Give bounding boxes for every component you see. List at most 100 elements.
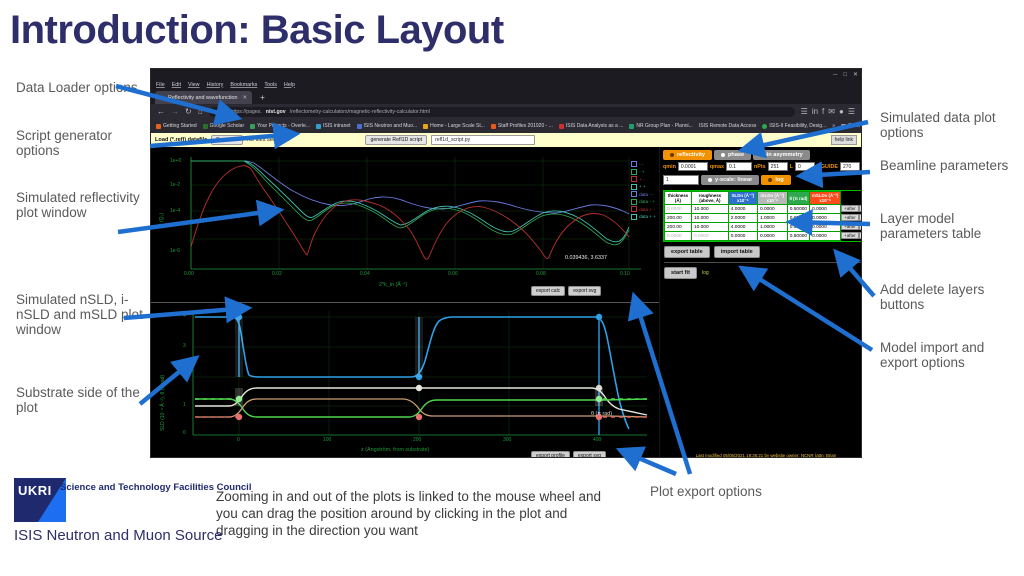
facebook-icon[interactable]: f <box>822 107 824 116</box>
cell-isldn[interactable]: 1.0000 <box>756 222 788 232</box>
cell-thickness[interactable]: 0.0000 <box>664 204 692 214</box>
import-table-button[interactable]: import table <box>713 246 760 258</box>
y-scale-log-button[interactable]: log <box>761 175 791 185</box>
cell-msldn[interactable]: 0.0000 <box>809 222 842 232</box>
tab-close-icon[interactable]: ✕ <box>243 95 248 101</box>
cell-sldn[interactable]: 2.0000 <box>727 213 758 223</box>
cell-theta[interactable]: 0.0000 <box>786 213 811 223</box>
sld-profile-plot[interactable]: SLD (10⁻⁶ Å⁻²), θ (π rad) 4 3 2 1 0 0 10… <box>151 302 659 458</box>
minimize-icon[interactable]: ─ <box>833 72 837 78</box>
cell-theta[interactable]: 0.50000 <box>786 222 811 232</box>
bookmark-item[interactable]: NR Group Plan - Planni... <box>629 123 693 129</box>
add-layer-button[interactable]: +after <box>841 214 859 221</box>
cell-msldn[interactable]: 0.0000 <box>809 204 842 214</box>
cell-roughness[interactable]: 10.000 <box>690 204 729 214</box>
l-input[interactable]: 0 <box>794 162 815 171</box>
menu-bookmarks[interactable]: Bookmarks <box>230 82 257 88</box>
y-scale-linear-button[interactable]: y-scale: linear <box>701 175 760 185</box>
help-link[interactable]: help link <box>830 135 857 145</box>
export-calc-button[interactable]: export calc <box>531 286 566 296</box>
menu-history[interactable]: History <box>207 82 224 88</box>
cell-thickness[interactable]: 0.0000 <box>664 231 692 241</box>
menu-icon[interactable]: ☰ <box>848 107 855 116</box>
legend-item[interactable]: - + <box>631 168 656 175</box>
bookmarks-overflow-icon[interactable]: » <box>832 123 835 129</box>
script-name-input[interactable]: refl1d_script.py <box>431 135 536 145</box>
cell-sldn[interactable]: 4.0000 <box>727 204 758 214</box>
new-tab-button[interactable]: + <box>260 93 265 102</box>
close-icon[interactable]: ✕ <box>853 72 858 78</box>
bookmark-item[interactable]: Your Projects - Overle... <box>250 123 310 129</box>
reflectivity-plot-canvas[interactable] <box>151 147 659 299</box>
tab-phase[interactable]: phase <box>713 150 752 160</box>
tab-reflectivity[interactable]: reflectivity <box>663 150 712 160</box>
table-row[interactable]: 200.00 10.000 4.0000 1.0000 0.50000 0.00… <box>664 222 861 232</box>
export-svg-button[interactable]: export svg <box>568 286 602 296</box>
cell-thickness[interactable]: 200.00 <box>664 213 692 223</box>
bookmark-item[interactable]: ISIS Remote Data Access <box>699 123 757 129</box>
forward-icon[interactable]: → <box>171 107 179 116</box>
table-row[interactable]: 0.0000 10.000 4.0000 0.0000 0.50000 0.00… <box>664 204 861 214</box>
browse-button[interactable]: Browse... <box>211 135 243 145</box>
menu-view[interactable]: View <box>188 82 200 88</box>
bookmark-item[interactable]: Home - Large Scale St... <box>423 123 485 129</box>
linkedin-icon[interactable]: in <box>812 107 818 116</box>
cell-isldn[interactable]: 0.0000 <box>756 204 788 214</box>
delete-layer-button[interactable] <box>859 232 861 239</box>
cell-theta[interactable]: 0.50000 <box>786 204 811 214</box>
legend-item[interactable]: data - - <box>631 191 656 197</box>
delete-layer-button[interactable]: x <box>859 223 861 230</box>
reflectivity-legend[interactable]: - - - + + - + + data - - data - + data +… <box>631 161 656 220</box>
menu-file[interactable]: File <box>156 82 165 88</box>
legend-item[interactable]: data - + <box>631 198 656 205</box>
cell-theta[interactable]: 0.50000 <box>786 231 811 241</box>
bookmark-item[interactable]: ISIS Data Analysis as a ... <box>558 123 623 129</box>
generate-refl1d-script-button[interactable]: generate Refl1D script <box>365 135 428 145</box>
home-icon[interactable]: ⌂ <box>198 107 203 116</box>
tab-spin-asymmetry[interactable]: spin asymmetry <box>753 150 810 160</box>
cell-msldn[interactable]: 0.0000 <box>809 231 842 241</box>
export-svg-button[interactable]: export svg <box>572 451 606 457</box>
table-row[interactable]: 200.00 10.000 2.0000 1.0000 0.0000 0.000… <box>664 213 861 223</box>
library-icon[interactable]: ☰ <box>801 107 808 116</box>
bookmark-item[interactable]: ISIS intranet <box>316 123 351 129</box>
cell-msldn[interactable]: 0.0000 <box>809 213 842 223</box>
legend-item[interactable]: + + <box>631 183 656 190</box>
start-fit-button[interactable]: start fit <box>664 267 697 279</box>
bookmark-item[interactable]: ISIS Neutron and Muo... <box>356 123 417 129</box>
legend-item[interactable]: + - <box>631 176 656 182</box>
export-profile-button[interactable]: export profile <box>531 451 570 457</box>
cell-roughness[interactable]: 10.000 <box>690 222 729 232</box>
cell-thickness[interactable]: 200.00 <box>664 222 692 232</box>
maximize-icon[interactable]: □ <box>843 72 847 78</box>
mail-icon[interactable]: ✉ <box>828 107 835 116</box>
add-layer-button[interactable]: +after <box>841 223 859 230</box>
bookmark-item[interactable]: Google Scholar <box>202 123 244 129</box>
qmin-input[interactable]: 0.0001 <box>677 162 708 171</box>
sld-profile-canvas[interactable] <box>151 303 659 458</box>
legend-item[interactable]: data + + <box>631 213 656 220</box>
cell-isldn[interactable]: 0.0000 <box>756 231 788 241</box>
delete-layer-button[interactable]: x <box>859 205 861 212</box>
bookmark-item[interactable]: ISIS-II Feasibility, Desig... <box>762 123 826 129</box>
cell-roughness[interactable]: 0.0000 <box>690 231 729 241</box>
cell-isldn[interactable]: 1.0000 <box>756 213 788 223</box>
menu-tools[interactable]: Tools <box>264 82 277 88</box>
bookmark-item[interactable]: Staff Profiles 201920 - ... <box>490 123 553 129</box>
back-icon[interactable]: ← <box>157 107 165 116</box>
npts-input[interactable]: 251 <box>767 162 788 171</box>
legend-item[interactable]: data + - <box>631 206 656 212</box>
reflectivity-plot[interactable]: R (Q₂) 1e+0 1e-2 1e-4 1e-6 0.00 0.02 0.0… <box>151 147 659 299</box>
reload-icon[interactable]: ↻ <box>185 107 192 116</box>
add-layer-button[interactable]: +after <box>841 205 859 212</box>
cell-roughness[interactable]: 10.000 <box>690 213 729 223</box>
qmax-input[interactable]: 0.1 <box>725 162 752 171</box>
y-scale-input[interactable]: 1 <box>663 175 699 185</box>
delete-layer-button[interactable]: x <box>859 214 861 221</box>
bookmark-item[interactable]: Getting Started <box>156 123 197 129</box>
legend-item[interactable]: - - <box>631 161 656 167</box>
menu-help[interactable]: Help <box>284 82 295 88</box>
account-icon[interactable]: ● <box>839 107 844 116</box>
tracking-shield-icon[interactable]: ○ <box>216 109 219 115</box>
cell-sldn[interactable]: 4.0000 <box>727 222 758 232</box>
